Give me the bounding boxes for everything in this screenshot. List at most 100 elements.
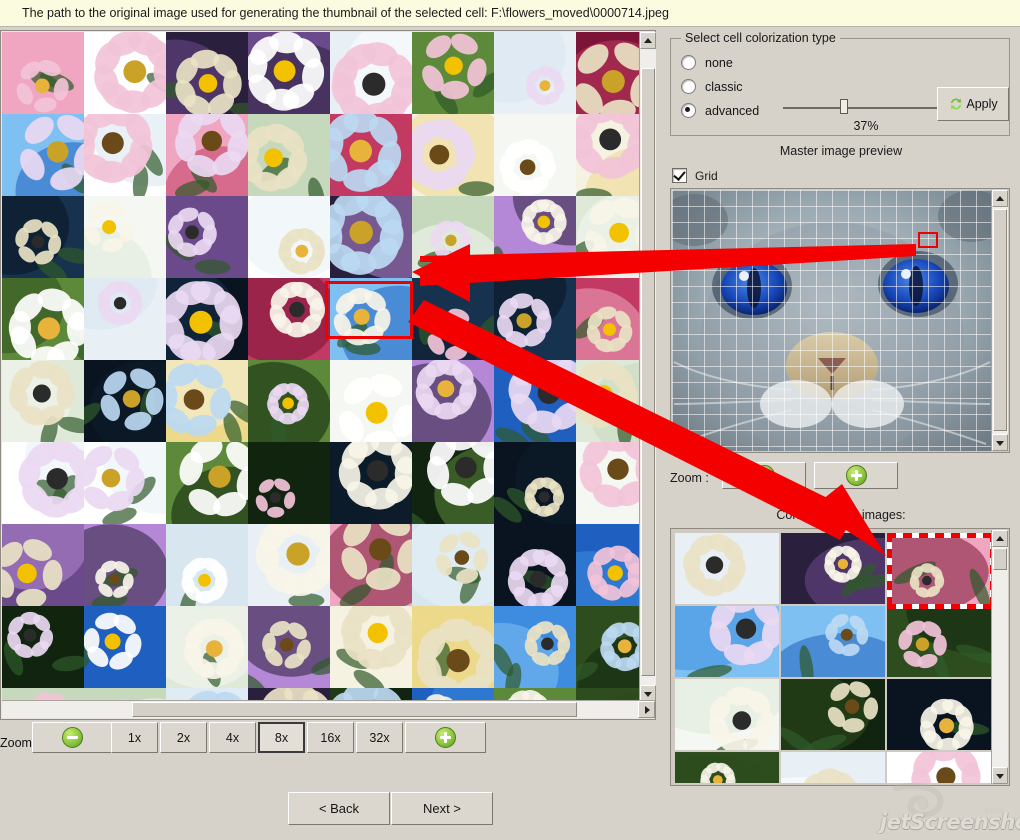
mosaic-cell[interactable] [494, 606, 576, 688]
mosaic-cell[interactable] [330, 606, 412, 688]
corresponding-thumbnail[interactable] [781, 752, 885, 783]
colorization-slider[interactable] [783, 99, 949, 114]
mosaic-grid[interactable] [2, 32, 639, 702]
mosaic-cell[interactable] [166, 606, 248, 688]
mosaic-cell[interactable] [494, 524, 576, 606]
mosaic-cell[interactable] [166, 32, 248, 114]
mosaic-cell[interactable] [412, 524, 494, 606]
mosaic-cell[interactable] [2, 442, 84, 524]
mosaic-cell[interactable] [330, 524, 412, 606]
mosaic-viewport[interactable] [2, 32, 639, 702]
mosaic-zoom-8x[interactable]: 8x [258, 722, 305, 753]
mosaic-horizontal-thumb[interactable] [132, 702, 577, 717]
mosaic-cell[interactable] [166, 114, 248, 196]
mosaic-zoom-32x[interactable]: 32x [356, 722, 403, 753]
mosaic-cell[interactable] [84, 32, 166, 114]
mosaic-vertical-thumb[interactable] [641, 68, 655, 676]
mosaic-cell[interactable] [412, 32, 494, 114]
mosaic-cell[interactable] [494, 278, 576, 360]
mosaic-cell[interactable] [412, 360, 494, 442]
mosaic-cell[interactable] [494, 196, 576, 278]
mosaic-cell[interactable] [576, 114, 639, 196]
mosaic-zoom-2x[interactable]: 2x [160, 722, 207, 753]
apply-button[interactable]: Apply [937, 87, 1009, 121]
mosaic-cell[interactable] [2, 196, 84, 278]
mosaic-cell[interactable] [84, 606, 166, 688]
mosaic-zoom-in-button[interactable] [405, 722, 486, 753]
radio-classic[interactable]: classic [681, 79, 743, 94]
preview-vertical-thumb[interactable] [993, 209, 1007, 431]
mosaic-cell[interactable] [330, 196, 412, 278]
radio-advanced[interactable]: advanced [681, 103, 759, 118]
preview-vertical-scrollbar[interactable] [991, 190, 1008, 451]
mosaic-cell[interactable] [166, 360, 248, 442]
preview-scroll-down-button[interactable] [992, 434, 1008, 451]
mosaic-cell[interactable] [248, 524, 330, 606]
mosaic-cell[interactable] [494, 442, 576, 524]
mosaic-cell[interactable] [576, 196, 639, 278]
mosaic-zoom-out-button[interactable] [32, 722, 113, 753]
mosaic-cell[interactable] [248, 360, 330, 442]
mosaic-cell[interactable] [84, 360, 166, 442]
mosaic-cell[interactable] [330, 32, 412, 114]
mosaic-cell[interactable] [248, 278, 330, 360]
corresponding-images-scrollarea[interactable] [675, 533, 991, 783]
scroll-right-button[interactable] [638, 701, 655, 718]
back-button[interactable]: < Back [288, 792, 390, 825]
mosaic-cell[interactable] [494, 360, 576, 442]
mosaic-horizontal-scrollbar[interactable] [2, 700, 655, 718]
mosaic-cell[interactable] [576, 524, 639, 606]
mosaic-cell[interactable] [2, 114, 84, 196]
preview-scroll-up-button[interactable] [992, 190, 1008, 207]
mosaic-cell[interactable] [248, 606, 330, 688]
corresponding-thumbnail[interactable] [781, 606, 885, 677]
corresponding-thumbnail[interactable] [887, 679, 991, 750]
radio-none[interactable]: none [681, 55, 733, 70]
mosaic-cell[interactable] [412, 278, 494, 360]
mosaic-cell[interactable] [248, 442, 330, 524]
corresponding-thumbnail[interactable] [675, 606, 779, 677]
mosaic-cell[interactable] [330, 114, 412, 196]
mosaic-zoom-16x[interactable]: 16x [307, 722, 354, 753]
master-preview-canvas[interactable] [672, 190, 992, 451]
mosaic-cell[interactable] [576, 278, 639, 360]
mosaic-cell[interactable] [412, 196, 494, 278]
scroll-up-button[interactable] [640, 32, 656, 49]
mosaic-cell[interactable] [248, 114, 330, 196]
mosaic-cell[interactable] [84, 524, 166, 606]
preview-zoom-in-button[interactable] [814, 462, 898, 489]
mosaic-cell[interactable] [84, 196, 166, 278]
slider-thumb[interactable] [840, 99, 849, 114]
corresponding-thumbnail[interactable] [675, 679, 779, 750]
mosaic-cell[interactable] [576, 606, 639, 688]
mosaic-cell[interactable] [166, 524, 248, 606]
mosaic-cell[interactable] [412, 114, 494, 196]
mosaic-cell[interactable] [412, 606, 494, 688]
mosaic-cell[interactable] [2, 606, 84, 688]
corresponding-thumbnail[interactable] [675, 752, 779, 783]
mosaic-cell[interactable] [248, 32, 330, 114]
mosaic-cell[interactable] [2, 524, 84, 606]
corresponding-thumbnail[interactable] [887, 752, 991, 783]
mosaic-cell[interactable] [494, 114, 576, 196]
mosaic-cell[interactable] [494, 32, 576, 114]
mosaic-cell[interactable] [166, 196, 248, 278]
grid-checkbox[interactable]: Grid [672, 168, 718, 183]
corresponding-thumbnail[interactable] [675, 533, 779, 604]
mosaic-cell[interactable] [576, 360, 639, 442]
mosaic-cell[interactable] [84, 278, 166, 360]
mosaic-cell[interactable] [84, 114, 166, 196]
preview-zoom-out-button[interactable] [722, 462, 806, 489]
mosaic-cell[interactable] [412, 442, 494, 524]
next-button[interactable]: Next > [391, 792, 493, 825]
corresponding-thumbnail[interactable] [887, 606, 991, 677]
mosaic-cell[interactable] [166, 278, 248, 360]
corresponding-vertical-scrollbar[interactable] [991, 530, 1008, 784]
mosaic-cell[interactable] [330, 360, 412, 442]
mosaic-cell[interactable] [576, 32, 639, 114]
mosaic-cell[interactable] [84, 442, 166, 524]
mosaic-zoom-1x[interactable]: 1x [111, 722, 158, 753]
mosaic-zoom-4x[interactable]: 4x [209, 722, 256, 753]
mosaic-cell[interactable] [166, 442, 248, 524]
mosaic-cell[interactable] [2, 360, 84, 442]
